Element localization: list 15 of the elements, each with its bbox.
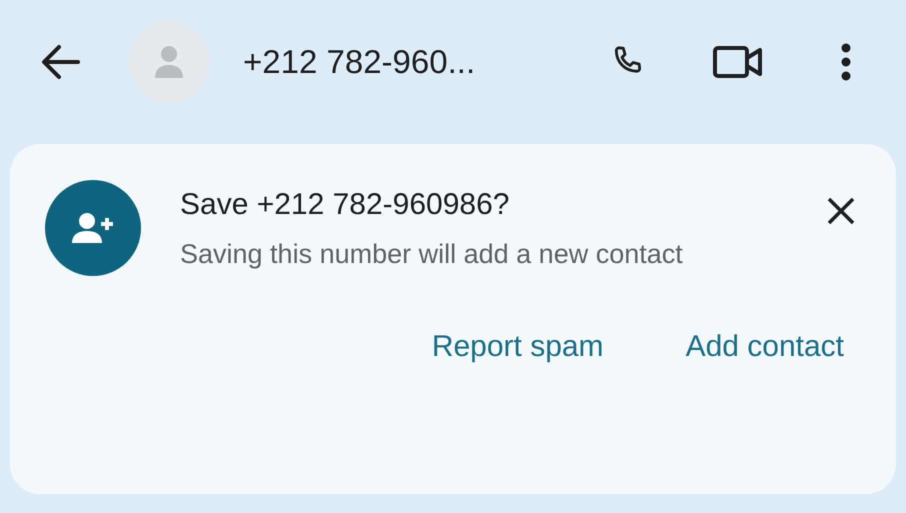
- close-icon: [826, 196, 856, 226]
- close-button[interactable]: [826, 196, 856, 226]
- back-arrow-icon: [40, 44, 80, 80]
- back-button[interactable]: [40, 44, 80, 80]
- more-vertical-icon: [841, 43, 851, 81]
- video-camera-icon: [713, 45, 763, 79]
- add-person-icon: [71, 212, 115, 244]
- video-call-button[interactable]: [713, 45, 763, 79]
- save-prompt-message: Saving this number will add a new contact: [180, 238, 684, 271]
- text-button[interactable]: Report spam: [426, 326, 610, 368]
- more-options-button[interactable]: [841, 43, 851, 81]
- text-button[interactable]: Add contact: [680, 326, 850, 368]
- person-icon: [154, 45, 184, 79]
- contact-number-title: +212 782-960...: [243, 43, 476, 81]
- save-prompt-title: Save +212 782-960986?: [180, 188, 510, 222]
